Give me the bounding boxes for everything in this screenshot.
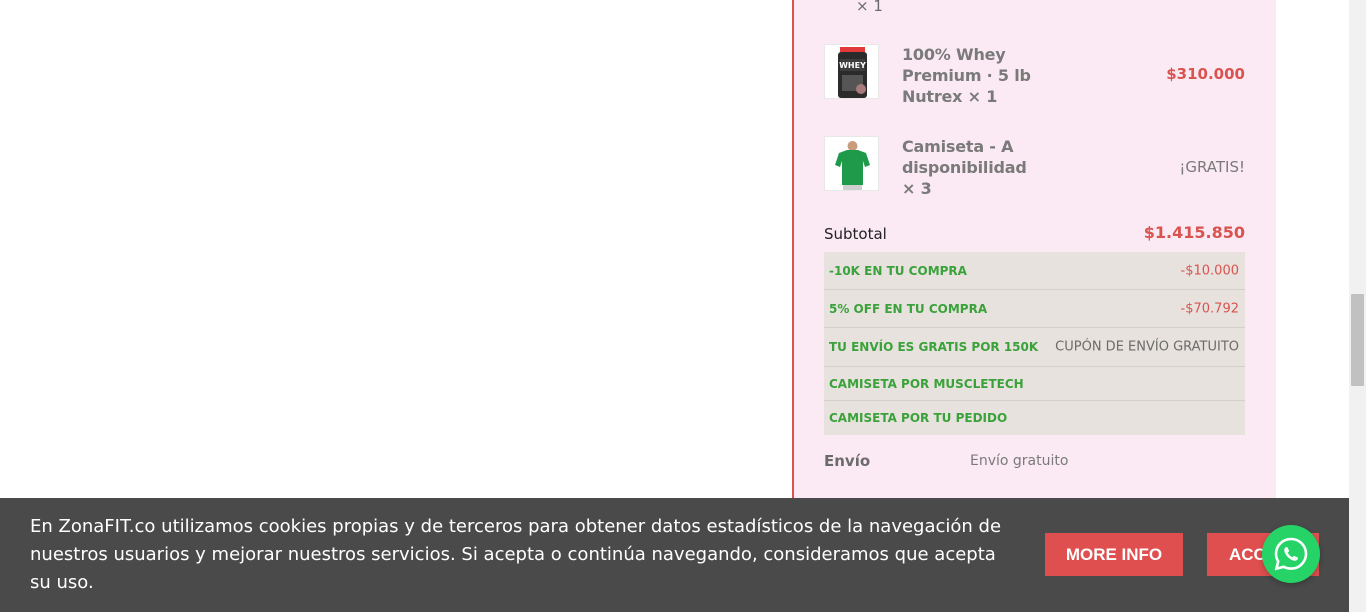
checkout-page: × 1 WHEY 100% Whey Premium · 5 lb Nutrex… [0, 0, 1366, 612]
coupon-row: CAMISETA POR MUSCLETECH [824, 367, 1245, 401]
shipping-label: Envío [824, 452, 871, 470]
item-price: ¡GRATIS! [1179, 158, 1245, 176]
coupon-row: -10K EN TU COMPRA -$10.000 [824, 252, 1245, 290]
coupon-discount: CUPÓN DE ENVÍO GRATUITO [1055, 339, 1239, 355]
coupon-discount: -$70.792 [1180, 301, 1239, 316]
coupon-name: CAMISETA POR TU PEDIDO [829, 411, 1008, 425]
order-item: WHEY 100% Whey Premium · 5 lb Nutrex × 1… [824, 44, 1245, 106]
shipping-row: Envío Envío gratuito [824, 450, 1245, 474]
item-quantity: × 1 [856, 0, 883, 15]
item-price: $310.000 [1166, 65, 1245, 83]
coupon-name: -10K EN TU COMPRA [829, 263, 967, 278]
whatsapp-icon [1274, 537, 1308, 571]
more-info-button[interactable]: MORE INFO [1045, 533, 1183, 576]
coupon-discount: -$10.000 [1180, 263, 1239, 278]
shipping-value: Envío gratuito [970, 453, 1069, 469]
scrollbar-thumb[interactable] [1351, 294, 1364, 386]
order-item: Camiseta - A disponibilidad × 3 ¡GRATIS! [824, 136, 1245, 198]
subtotal-label: Subtotal [824, 225, 887, 243]
coupon-name: TU ENVÍO ES GRATIS POR 150K [829, 340, 1039, 354]
whatsapp-chat-button[interactable] [1262, 525, 1320, 583]
coupon-row: CAMISETA POR TU PEDIDO [824, 401, 1245, 435]
cookie-banner: En ZonaFIT.co utilizamos cookies propias… [0, 498, 1349, 612]
coupon-list: -10K EN TU COMPRA -$10.000 5% OFF EN TU … [824, 252, 1245, 435]
subtotal-row: Subtotal $1.415.850 [824, 222, 1245, 246]
item-name: Camiseta - A disponibilidad × 3 [902, 137, 1027, 198]
coupon-name: CAMISETA POR MUSCLETECH [829, 376, 1024, 391]
coupon-row: 5% OFF EN TU COMPRA -$70.792 [824, 290, 1245, 328]
green-shirt-icon [824, 136, 879, 191]
svg-text:WHEY: WHEY [839, 61, 866, 70]
subtotal-value: $1.415.850 [1143, 223, 1245, 242]
coupon-row: TU ENVÍO ES GRATIS POR 150K CUPÓN DE ENV… [824, 328, 1245, 367]
item-name: 100% Whey Premium · 5 lb Nutrex × 1 [902, 45, 1031, 106]
coupon-name: 5% OFF EN TU COMPRA [829, 301, 988, 316]
protein-tub-icon: WHEY [824, 44, 879, 99]
cookie-message: En ZonaFIT.co utilizamos cookies propias… [30, 516, 1002, 593]
